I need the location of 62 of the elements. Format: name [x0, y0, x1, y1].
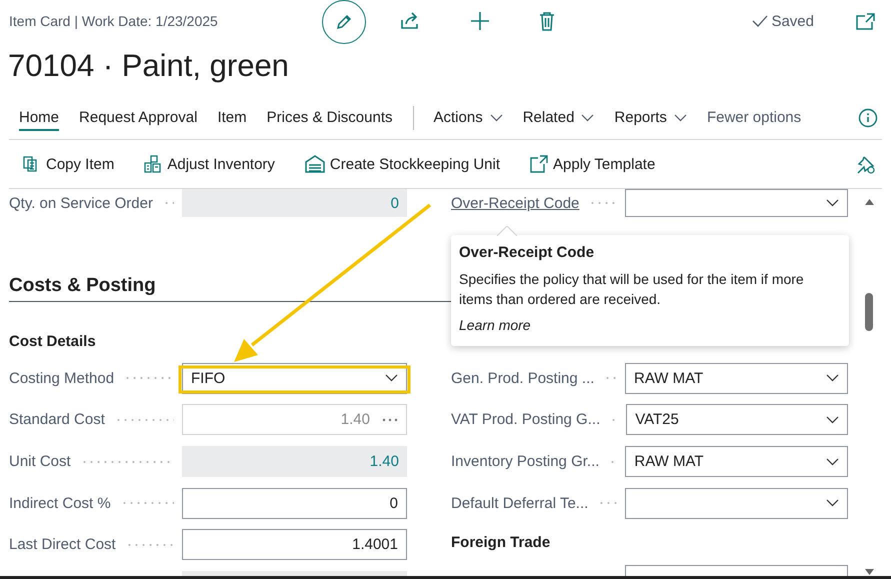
chevron-down-icon	[826, 499, 839, 508]
unpin-icon[interactable]	[856, 154, 876, 174]
field-label: Inventory Posting Gr...	[451, 453, 600, 470]
share-icon[interactable]	[400, 12, 420, 30]
dropdown-field[interactable]	[625, 488, 848, 519]
field-label: VAT Prod. Posting G...	[451, 411, 600, 428]
action-button[interactable]: Create Stockkeeping Unit	[304, 155, 500, 173]
open-new-window-icon[interactable]	[856, 12, 875, 30]
info-icon[interactable]	[858, 108, 878, 128]
input-field: 0	[182, 189, 407, 217]
tab[interactable]: Home	[19, 105, 60, 131]
fewer-options-link[interactable]: Fewer options	[706, 105, 802, 131]
action-button[interactable]: Apply Template	[530, 155, 656, 173]
chevron-down-icon	[826, 374, 839, 382]
chevron-down-icon	[674, 114, 687, 122]
input-field[interactable]: 1.4001	[182, 529, 407, 560]
input-field[interactable]: 0	[182, 488, 407, 519]
chevron-down-icon	[826, 416, 839, 424]
chevron-down-icon	[490, 114, 503, 122]
field-label: Unit Cost	[9, 453, 71, 470]
learn-more-link[interactable]: Learn more	[459, 317, 531, 333]
dropdown-field[interactable]: VAT25	[626, 404, 848, 436]
tab[interactable]: Item	[217, 105, 247, 131]
document-arrow-icon	[530, 155, 548, 173]
warehouse-icon	[304, 155, 325, 173]
chevron-down-icon	[826, 199, 839, 207]
boxes-icon	[144, 155, 162, 173]
page-title: 70104 · Paint, green	[7, 47, 290, 85]
field-label: Gen. Prod. Posting ...	[451, 370, 594, 387]
menu-tab[interactable]: Actions	[434, 105, 503, 131]
input-field: 1.40	[182, 446, 407, 478]
field-label: Indirect Cost %	[9, 494, 111, 512]
edit-button[interactable]	[322, 0, 366, 44]
field-label: Standard Cost	[9, 411, 105, 428]
field-label: Default Deferral Te...	[451, 494, 588, 512]
field-label: Last Direct Cost	[9, 536, 116, 554]
tooltip-title: Over-Receipt Code	[459, 244, 596, 261]
dropdown-field[interactable]: RAW MAT	[625, 362, 848, 394]
add-icon[interactable]	[470, 11, 490, 31]
page-caption: Item Card | Work Date: 1/23/2025	[9, 13, 219, 29]
group-heading: Cost Details	[9, 332, 97, 352]
chevron-down-icon	[385, 374, 398, 382]
dropdown-field[interactable]	[625, 189, 848, 217]
field-label: Costing Method	[9, 370, 114, 387]
menu-tab[interactable]: Related	[522, 105, 594, 131]
scroll-up-icon[interactable]	[865, 199, 874, 205]
action-button[interactable]: Copy Item	[23, 156, 114, 172]
dropdown-field[interactable]: RAW MAT	[625, 446, 848, 478]
check-icon	[752, 15, 768, 27]
field-label: Qty. on Service Order	[9, 194, 153, 212]
saved-status: Saved	[771, 12, 814, 30]
chevron-down-icon	[826, 458, 839, 466]
scrollbar-thumb[interactable]	[865, 292, 873, 331]
group-heading: Foreign Trade	[451, 532, 552, 553]
field-label: Over-Receipt Code	[451, 194, 580, 212]
tab[interactable]: Prices & Discounts	[266, 105, 392, 131]
pencil-icon	[334, 12, 354, 32]
tab[interactable]: Request Approval	[79, 105, 198, 131]
menu-tab[interactable]: Reports	[614, 105, 687, 131]
delete-icon[interactable]	[539, 12, 555, 30]
chevron-down-icon	[581, 114, 594, 122]
action-button[interactable]: Adjust Inventory	[144, 155, 275, 173]
